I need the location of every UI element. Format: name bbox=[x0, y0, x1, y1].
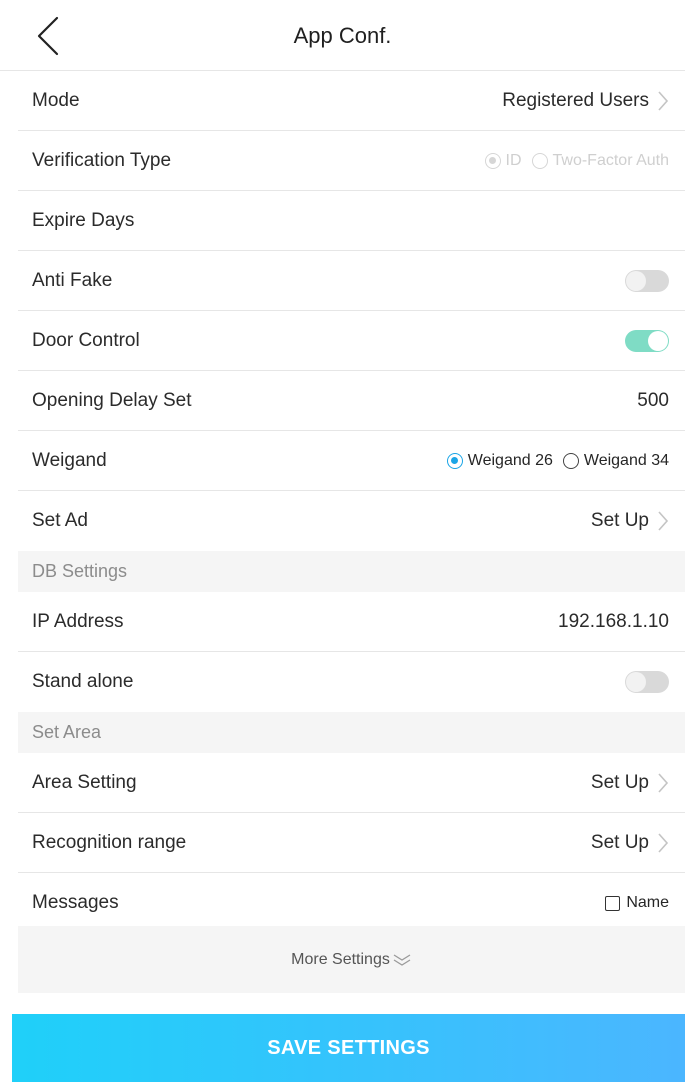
chevron-left-icon bbox=[37, 16, 59, 56]
weigand-option-34[interactable]: Weigand 34 bbox=[562, 452, 669, 470]
weigand-row: Weigand Weigand 26 Weigand 34 bbox=[18, 431, 685, 491]
set-ad-row[interactable]: Set Ad Set Up bbox=[18, 491, 685, 551]
messages-label: Messages bbox=[32, 892, 119, 913]
radio-checked-icon bbox=[484, 152, 501, 169]
weigand-option-26[interactable]: Weigand 26 bbox=[446, 452, 553, 470]
page-title: App Conf. bbox=[293, 23, 392, 48]
weigand-label: Weigand bbox=[32, 449, 107, 471]
chevron-right-icon bbox=[657, 772, 669, 794]
radio-checked-icon bbox=[446, 452, 463, 469]
verification-type-label: Verification Type bbox=[32, 149, 172, 171]
verification-option-two-factor[interactable]: Two-Factor Auth bbox=[531, 152, 669, 170]
top-bar: App Conf. bbox=[0, 0, 685, 71]
opening-delay-label: Opening Delay Set bbox=[32, 389, 192, 411]
anti-fake-row: Anti Fake bbox=[18, 251, 685, 311]
save-settings-button[interactable]: SAVE SETTINGS bbox=[12, 1014, 685, 1082]
area-setting-value: Set Up bbox=[590, 771, 649, 793]
mode-value: Registered Users bbox=[502, 89, 649, 111]
double-chevron-down-icon bbox=[392, 953, 412, 967]
recognition-range-row[interactable]: Recognition range Set Up bbox=[18, 813, 685, 873]
stand-alone-row: Stand alone bbox=[18, 652, 685, 712]
recognition-range-value: Set Up bbox=[590, 831, 649, 853]
area-setting-row[interactable]: Area Setting Set Up bbox=[18, 753, 685, 813]
door-control-label: Door Control bbox=[32, 329, 140, 351]
ip-address-value: 192.168.1.10 bbox=[558, 610, 669, 632]
verification-type-radio-group: ID Two-Factor Auth bbox=[475, 152, 669, 170]
anti-fake-toggle[interactable] bbox=[625, 269, 669, 292]
more-settings-button[interactable]: More Settings bbox=[18, 926, 685, 993]
radio-unchecked-icon bbox=[531, 152, 548, 169]
stand-alone-label: Stand alone bbox=[32, 671, 134, 692]
chevron-right-icon bbox=[657, 510, 669, 532]
verification-option-id[interactable]: ID bbox=[484, 152, 522, 170]
mode-row[interactable]: Mode Registered Users bbox=[18, 71, 685, 131]
expire-days-row[interactable]: Expire Days bbox=[18, 191, 685, 251]
more-settings-label: More Settings bbox=[291, 950, 390, 968]
door-control-toggle[interactable] bbox=[625, 329, 669, 352]
section-header-area: Set Area bbox=[18, 712, 685, 753]
messages-row: Messages Name bbox=[18, 873, 685, 933]
weigand-radio-group: Weigand 26 Weigand 34 bbox=[437, 452, 669, 470]
back-button[interactable] bbox=[28, 14, 68, 58]
section-header-db: DB Settings bbox=[18, 551, 685, 592]
settings-list: Mode Registered Users Verification Type … bbox=[0, 71, 685, 933]
set-ad-label: Set Ad bbox=[32, 510, 88, 531]
recognition-range-label: Recognition range bbox=[32, 831, 187, 853]
radio-unchecked-icon bbox=[562, 452, 579, 469]
chevron-right-icon bbox=[657, 90, 669, 112]
expire-days-label: Expire Days bbox=[32, 209, 135, 231]
opening-delay-value: 500 bbox=[637, 389, 669, 411]
stand-alone-toggle[interactable] bbox=[625, 671, 669, 693]
anti-fake-label: Anti Fake bbox=[32, 269, 113, 291]
opening-delay-row[interactable]: Opening Delay Set 500 bbox=[18, 371, 685, 431]
chevron-right-icon bbox=[657, 832, 669, 854]
area-setting-label: Area Setting bbox=[32, 771, 137, 793]
door-control-row: Door Control bbox=[18, 311, 685, 371]
set-ad-value: Set Up bbox=[590, 510, 649, 531]
verification-type-row: Verification Type ID Two-Factor Auth bbox=[18, 131, 685, 191]
ip-address-row[interactable]: IP Address 192.168.1.10 bbox=[18, 592, 685, 652]
mode-label: Mode bbox=[32, 89, 80, 111]
ip-address-label: IP Address bbox=[32, 610, 124, 632]
messages-name-checkbox[interactable]: Name bbox=[605, 894, 669, 912]
checkbox-unchecked-icon bbox=[605, 895, 621, 911]
